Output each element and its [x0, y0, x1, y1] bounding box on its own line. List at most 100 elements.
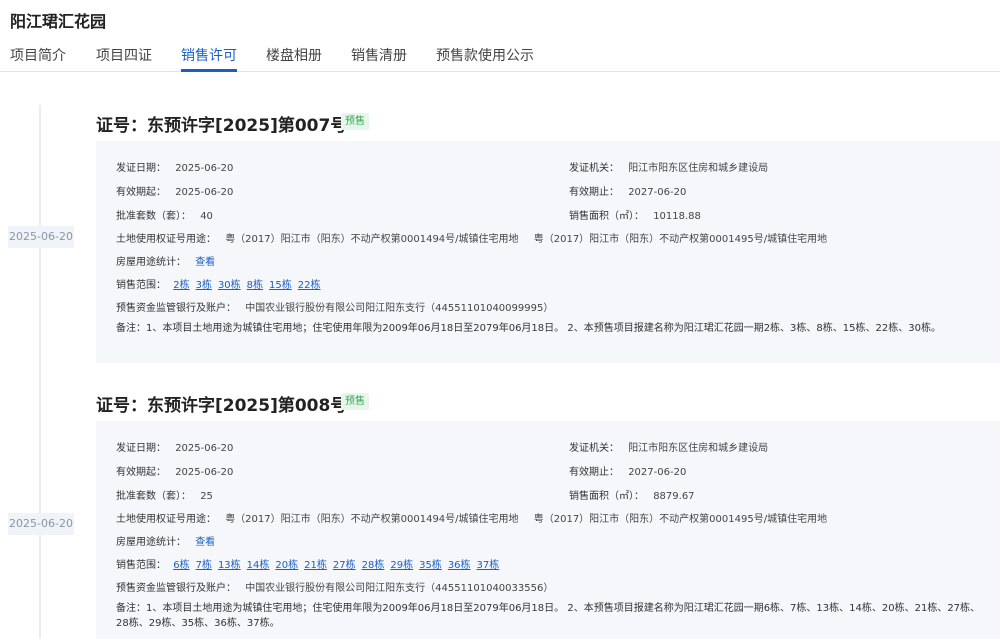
land-cert-value-1: 粤（2017）阳江市（阳东）不动产权第0001494号/城镇住宅用地 — [225, 234, 519, 245]
timeline-line — [39, 105, 41, 639]
sales-scope-row: 销售范围： 6栋 7栋 13栋 14栋 20栋 21栋 27栋 28栋 29栋 35栋 36栋 37栋 — [116, 556, 505, 571]
issuer-label: 发证机关： — [569, 443, 619, 454]
issuer-row: 发证机关： 阳江市阳东区住房和城乡建设局 — [569, 439, 768, 454]
valid-from-value: 2025-06-20 — [175, 187, 234, 198]
valid-from-row: 有效期起： 2025-06-20 — [116, 463, 233, 478]
view-house-stats-link[interactable]: 查看 — [195, 257, 215, 268]
building-links: 2栋 3栋 30栋 8栋 15栋 22栋 — [173, 280, 326, 291]
tab-bar: 项目简介 项目四证 销售许可 楼盘相册 销售清册 预售款使用公示 — [0, 40, 1000, 72]
building-link[interactable]: 20栋 — [275, 560, 298, 571]
issuer-label: 发证机关： — [569, 163, 619, 174]
issue-date-value: 2025-06-20 — [175, 443, 234, 454]
building-link[interactable]: 15栋 — [269, 280, 292, 291]
valid-from-row: 有效期起： 2025-06-20 — [116, 183, 233, 198]
issue-date-label: 发证日期： — [116, 163, 166, 174]
issuer-value: 阳江市阳东区住房和城乡建设局 — [628, 443, 769, 454]
valid-from-label: 有效期起： — [116, 467, 166, 478]
land-cert-value-1: 粤（2017）阳江市（阳东）不动产权第0001494号/城镇住宅用地 — [225, 514, 519, 525]
building-link[interactable]: 6栋 — [173, 560, 189, 571]
building-link[interactable]: 27栋 — [333, 560, 356, 571]
escrow-label: 预售资金监管银行及账户： — [116, 583, 236, 594]
active-tab-indicator — [181, 69, 237, 72]
building-links: 6栋 7栋 13栋 14栋 20栋 21栋 27栋 28栋 29栋 35栋 36栋 37栋 — [173, 560, 505, 571]
building-link[interactable]: 28栋 — [362, 560, 385, 571]
land-cert-value-2: 粤（2017）阳江市（阳东）不动产权第0001495号/城镇住宅用地 — [533, 514, 828, 525]
house-stats-row: 房屋用途统计： 查看 — [116, 253, 215, 268]
sales-scope-label: 销售范围： — [116, 280, 166, 291]
valid-to-value: 2027-06-20 — [628, 467, 687, 478]
issuer-value: 阳江市阳东区住房和城乡建设局 — [628, 163, 769, 174]
building-link[interactable]: 7栋 — [196, 560, 212, 571]
land-cert-row: 土地使用权证号用途： 粤（2017）阳江市（阳东）不动产权第0001494号/城… — [116, 510, 827, 525]
project-title: 阳江珺汇花园 — [10, 12, 107, 31]
building-link[interactable]: 3栋 — [196, 280, 212, 291]
sales-area-label: 销售面积（㎡）： — [569, 211, 644, 222]
tab-sales-permit[interactable]: 销售许可 — [181, 45, 237, 65]
license-card: 发证日期： 2025-06-20 发证机关： 阳江市阳东区住房和城乡建设局 有效… — [96, 421, 1000, 639]
issue-date-value: 2025-06-20 — [175, 163, 234, 174]
valid-to-row: 有效期止： 2027-06-20 — [569, 463, 686, 478]
approved-units-label: 批准套数（套）： — [116, 211, 191, 222]
sales-area-label: 销售面积（㎡）： — [569, 491, 644, 502]
tab-four-certificates[interactable]: 项目四证 — [96, 45, 152, 65]
valid-to-value: 2027-06-20 — [628, 187, 687, 198]
building-link[interactable]: 21栋 — [304, 560, 327, 571]
approved-units-value: 40 — [200, 211, 213, 222]
valid-to-row: 有效期止： 2027-06-20 — [569, 183, 686, 198]
approved-units-value: 25 — [200, 491, 213, 502]
issue-date-row: 发证日期： 2025-06-20 — [116, 439, 233, 454]
issue-date-row: 发证日期： 2025-06-20 — [116, 159, 233, 174]
tab-project-intro[interactable]: 项目简介 — [10, 45, 66, 65]
note-label: 备注： — [116, 603, 146, 614]
timeline-date: 2025-06-20 — [8, 226, 74, 248]
note-label: 备注： — [116, 323, 146, 334]
sales-area-row: 销售面积（㎡）： 8879.67 — [569, 487, 695, 502]
view-house-stats-link[interactable]: 查看 — [195, 537, 215, 548]
building-link[interactable]: 22栋 — [298, 280, 321, 291]
note-text: 1、本项目土地用途为城镇住宅用地；住宅使用年限为2009年06月18日至2079… — [116, 603, 981, 629]
building-link[interactable]: 37栋 — [477, 560, 500, 571]
sales-area-row: 销售面积（㎡）： 10118.88 — [569, 207, 701, 222]
approved-units-row: 批准套数（套）： 40 — [116, 207, 213, 222]
tab-photo-album[interactable]: 楼盘相册 — [266, 45, 322, 65]
land-cert-value-2: 粤（2017）阳江市（阳东）不动产权第0001495号/城镇住宅用地 — [533, 234, 828, 245]
note-text: 1、本项目土地用途为城镇住宅用地；住宅使用年限为2009年06月18日至2079… — [146, 323, 941, 334]
note-row: 备注：1、本项目土地用途为城镇住宅用地；住宅使用年限为2009年06月18日至2… — [116, 601, 986, 631]
sales-scope-row: 销售范围： 2栋 3栋 30栋 8栋 15栋 22栋 — [116, 276, 327, 291]
valid-to-label: 有效期止： — [569, 187, 619, 198]
building-link[interactable]: 35栋 — [419, 560, 442, 571]
building-link[interactable]: 36栋 — [448, 560, 471, 571]
valid-from-value: 2025-06-20 — [175, 467, 234, 478]
building-link[interactable]: 30栋 — [218, 280, 241, 291]
approved-units-row: 批准套数（套）： 25 — [116, 487, 213, 502]
house-stats-row: 房屋用途统计： 查看 — [116, 533, 215, 548]
valid-to-label: 有效期止： — [569, 467, 619, 478]
valid-from-label: 有效期起： — [116, 187, 166, 198]
building-link[interactable]: 14栋 — [247, 560, 270, 571]
sales-scope-label: 销售范围： — [116, 560, 166, 571]
house-stats-label: 房屋用途统计： — [116, 257, 186, 268]
building-link[interactable]: 8栋 — [247, 280, 263, 291]
land-cert-label: 土地使用权证号用途： — [116, 234, 216, 245]
license-card: 发证日期： 2025-06-20 发证机关： 阳江市阳东区住房和城乡建设局 有效… — [96, 141, 1000, 363]
building-link[interactable]: 2栋 — [173, 280, 189, 291]
presale-badge: 预售 — [341, 393, 369, 410]
escrow-row: 预售资金监管银行及账户： 中国农业银行股份有限公司阳江阳东支行（44551101… — [116, 579, 553, 594]
escrow-row: 预售资金监管银行及账户： 中国农业银行股份有限公司阳江阳东支行（44551101… — [116, 299, 553, 314]
approved-units-label: 批准套数（套）： — [116, 491, 191, 502]
license-title: 证号：东预许字[2025]第007号 — [96, 116, 348, 136]
building-link[interactable]: 29栋 — [390, 560, 413, 571]
land-cert-row: 土地使用权证号用途： 粤（2017）阳江市（阳东）不动产权第0001494号/城… — [116, 230, 827, 245]
issuer-row: 发证机关： 阳江市阳东区住房和城乡建设局 — [569, 159, 768, 174]
tab-presale-funds-notice[interactable]: 预售款使用公示 — [436, 45, 534, 65]
timeline-date: 2025-06-20 — [8, 513, 74, 535]
building-link[interactable]: 13栋 — [218, 560, 241, 571]
tab-sales-list[interactable]: 销售清册 — [351, 45, 407, 65]
presale-badge: 预售 — [341, 113, 369, 130]
escrow-value: 中国农业银行股份有限公司阳江阳东支行（44551101040033556） — [245, 583, 554, 594]
sales-area-value: 8879.67 — [653, 491, 695, 502]
land-cert-label: 土地使用权证号用途： — [116, 514, 216, 525]
issue-date-label: 发证日期： — [116, 443, 166, 454]
house-stats-label: 房屋用途统计： — [116, 537, 186, 548]
escrow-value: 中国农业银行股份有限公司阳江阳东支行（44551101040099995） — [245, 303, 554, 314]
